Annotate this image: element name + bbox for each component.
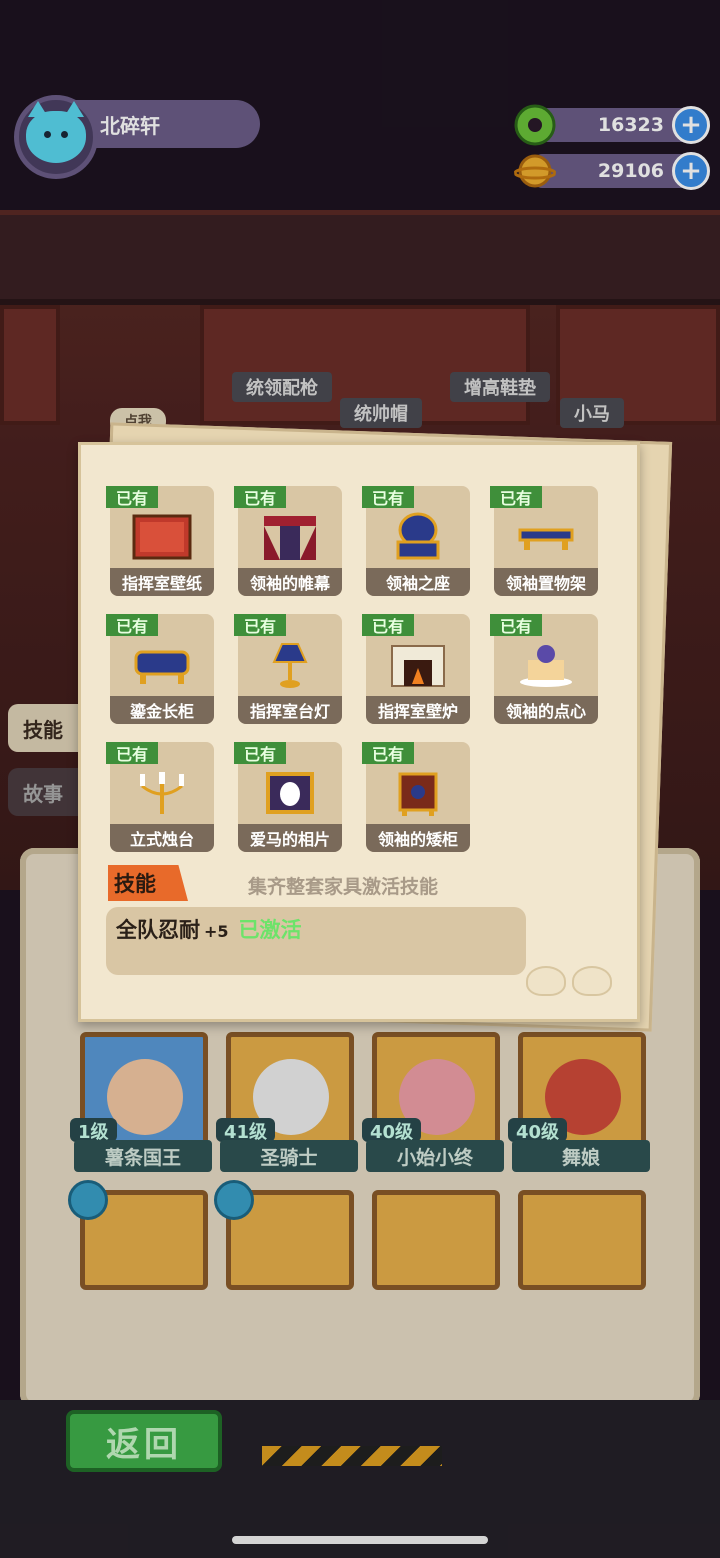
owned-tag: 已有 (490, 614, 543, 636)
item-name: 指挥室壁炉 (366, 696, 470, 724)
wallpaper-icon (132, 514, 192, 560)
item-name: 领袖置物架 (494, 568, 598, 596)
cabinet-icon (134, 650, 190, 684)
set-item[interactable]: 已有 指挥室壁炉 (362, 614, 470, 724)
cat-decoration-icon (572, 966, 612, 996)
set-item[interactable]: 已有 指挥室壁纸 (106, 486, 214, 596)
candelabra-icon (140, 772, 184, 814)
set-item[interactable]: 已有 指挥室台灯 (234, 614, 342, 724)
owned-tag: 已有 (234, 742, 287, 764)
horse-photo-icon (266, 772, 314, 814)
skill-status: 已激活 (238, 918, 302, 942)
item-name: 领袖之座 (366, 568, 470, 596)
item-name: 鎏金长柜 (110, 696, 214, 724)
owned-tag: 已有 (362, 614, 415, 636)
item-name: 指挥室台灯 (238, 696, 342, 724)
owned-tag: 已有 (234, 614, 287, 636)
throne-icon (396, 512, 440, 560)
owned-tag: 已有 (234, 486, 287, 508)
fireplace-icon (391, 645, 445, 687)
owned-tag: 已有 (106, 486, 159, 508)
set-item[interactable]: 已有 领袖之座 (362, 486, 470, 596)
set-item[interactable]: 已有 立式烛台 (106, 742, 214, 852)
item-name: 爱马的相片 (238, 824, 342, 852)
item-name: 领袖的点心 (494, 696, 598, 724)
item-name: 领袖的帷幕 (238, 568, 342, 596)
cat-decoration-icon (526, 966, 566, 996)
curtain-icon (264, 516, 316, 560)
item-name: 指挥室壁纸 (110, 568, 214, 596)
item-name: 领袖的矮柜 (366, 824, 470, 852)
skill-hint: 集齐整套家具激活技能 (248, 876, 439, 898)
skill-tag: 技能 (108, 865, 188, 901)
set-item[interactable]: 已有 领袖的矮柜 (362, 742, 470, 852)
set-item[interactable]: 已有 领袖置物架 (490, 486, 598, 596)
set-item[interactable]: 已有 领袖的点心 (490, 614, 598, 724)
skill-effect-line: 全队忍耐 +5 已激活 (116, 914, 302, 944)
low-cabinet-icon (398, 772, 438, 816)
set-item[interactable]: 已有 爱马的相片 (234, 742, 342, 852)
shelf-icon (518, 528, 574, 550)
skill-bonus: +5 (204, 922, 229, 941)
set-item[interactable]: 已有 鎏金长柜 (106, 614, 214, 724)
lamp-icon (272, 643, 308, 688)
owned-tag: 已有 (362, 486, 415, 508)
owned-tag: 已有 (362, 742, 415, 764)
owned-tag: 已有 (106, 742, 159, 764)
set-item[interactable]: 已有 领袖的帷幕 (234, 486, 342, 596)
cake-icon (520, 645, 572, 687)
skill-effect: 全队忍耐 (116, 918, 200, 942)
owned-tag: 已有 (106, 614, 159, 636)
owned-tag: 已有 (490, 486, 543, 508)
item-name: 立式烛台 (110, 824, 214, 852)
